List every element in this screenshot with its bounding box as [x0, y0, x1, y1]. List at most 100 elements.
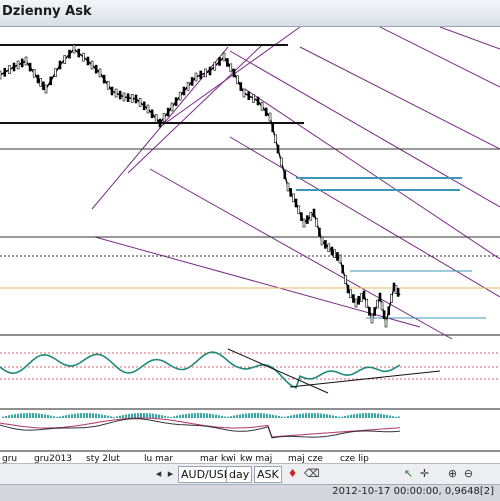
macd-bar — [2, 416, 4, 418]
candle — [276, 144, 280, 154]
candle — [77, 48, 81, 58]
macd-bar — [200, 413, 202, 418]
macd-bar — [290, 415, 292, 418]
macd-bar — [248, 413, 250, 418]
candle — [158, 118, 162, 128]
price-side-selector[interactable]: ASK — [254, 466, 282, 483]
macd-bar — [311, 413, 313, 418]
macd-bar — [95, 413, 97, 418]
candle — [373, 307, 377, 316]
candle — [357, 295, 361, 305]
candle — [247, 91, 251, 101]
timeframe-selector[interactable]: day — [226, 466, 253, 483]
candle — [142, 101, 146, 111]
macd-bar — [149, 413, 151, 418]
macd-bar — [260, 413, 262, 418]
chart-window: Dzienny Ask gru gru2013 sty 2lut lu mar … — [0, 0, 500, 501]
macd-bar — [164, 415, 166, 418]
macd-bar — [251, 413, 253, 418]
candle — [360, 293, 363, 302]
macd-bar — [335, 416, 337, 418]
macd-bar — [356, 413, 358, 418]
candle — [58, 60, 62, 70]
macd-bar — [368, 413, 370, 418]
candle — [138, 98, 142, 107]
macd-bar — [140, 413, 142, 418]
macd-bar — [86, 413, 88, 418]
candle — [118, 90, 122, 100]
candle — [94, 64, 98, 74]
macd-bar — [296, 414, 298, 418]
osc-trendline[interactable] — [227, 348, 329, 394]
candle — [239, 82, 243, 91]
macd-bar — [242, 413, 244, 418]
x-tick-label: cze lip — [340, 454, 369, 463]
crosshair-icon[interactable]: ✛ — [418, 467, 431, 480]
candle — [44, 84, 48, 94]
candle — [354, 298, 358, 308]
macd-bar — [302, 413, 304, 418]
macd-bar — [314, 413, 316, 418]
macd-bar — [338, 416, 340, 418]
candle — [370, 314, 374, 324]
candle — [114, 88, 118, 98]
chevron-right-icon[interactable]: ▸ — [164, 467, 177, 480]
x-tick-label: gru — [2, 454, 17, 463]
macd-bar — [65, 415, 67, 418]
macd-bar — [47, 414, 49, 418]
candle — [49, 76, 53, 86]
chart-plot-area[interactable]: gru gru2013 sty 2lut lu mar mar kwi kw m… — [0, 27, 500, 463]
candle — [297, 205, 301, 215]
candle — [3, 67, 7, 77]
candle — [292, 193, 295, 203]
macd-bar — [227, 416, 229, 418]
candle — [98, 68, 102, 78]
macd-bar — [398, 416, 400, 418]
candle — [126, 93, 130, 102]
candle — [130, 94, 134, 103]
candle — [8, 65, 11, 74]
candle — [20, 58, 24, 68]
cursor-icon[interactable]: ↖ — [402, 467, 415, 480]
macd-bar — [245, 413, 247, 418]
macd-bar — [383, 414, 385, 418]
x-tick-label: sty 2lut — [86, 454, 120, 463]
macd-bar — [320, 413, 322, 418]
macd-bar — [218, 415, 220, 418]
macd-bar — [278, 415, 280, 418]
candle — [320, 236, 324, 246]
drawing-icon[interactable]: ♦ — [286, 467, 299, 480]
macd-bar — [329, 414, 331, 418]
candle — [368, 307, 371, 316]
candle — [324, 240, 327, 249]
macd-bar — [98, 414, 100, 418]
candle — [390, 294, 393, 303]
candle — [186, 81, 190, 91]
candle — [312, 208, 316, 218]
macd-bar — [221, 415, 223, 418]
candle — [110, 86, 114, 96]
candle — [63, 55, 67, 64]
zoom-in-icon[interactable]: ⊕ — [446, 467, 459, 480]
macd-bar — [92, 413, 94, 418]
macd-bar — [191, 413, 193, 418]
oscillator-line[interactable] — [0, 351, 401, 389]
macd-bar — [104, 415, 106, 418]
candle — [24, 56, 28, 66]
candle — [226, 58, 229, 67]
candle — [396, 288, 400, 297]
candle — [166, 107, 170, 117]
candle — [16, 60, 20, 70]
zoom-out-icon[interactable]: ⊖ — [462, 467, 475, 480]
chart-svg[interactable]: gru gru2013 sty 2lut lu mar mar kwi kw m… — [0, 27, 500, 463]
macd-bar — [281, 416, 283, 418]
eraser-icon[interactable]: ⌫ — [304, 467, 320, 480]
macd-bar — [395, 416, 397, 418]
macd-bar — [110, 416, 112, 418]
candle — [260, 102, 264, 111]
candle — [394, 285, 398, 295]
x-tick-label: gru2013 — [34, 454, 72, 463]
candle — [39, 78, 43, 87]
macd-bar — [38, 413, 40, 418]
macd-line[interactable] — [0, 418, 401, 439]
